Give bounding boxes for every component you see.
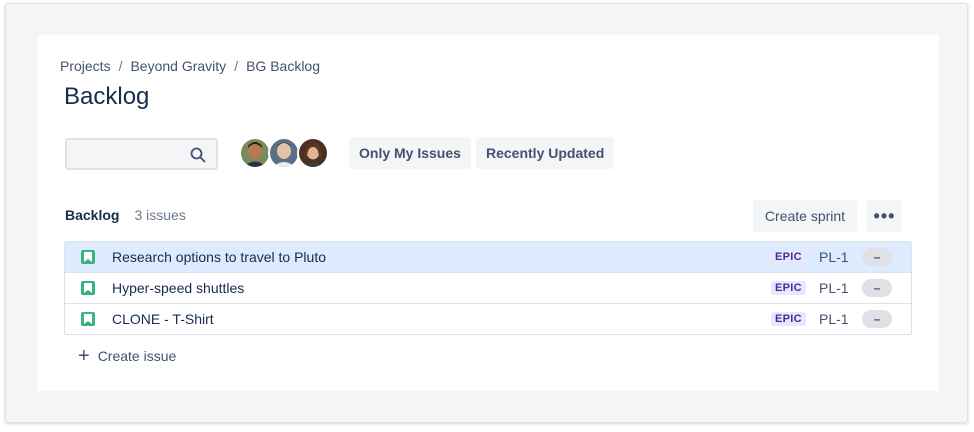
avatar[interactable] [297, 137, 329, 169]
estimate-badge: – [862, 248, 892, 266]
story-icon [81, 250, 95, 264]
epic-badge: EPIC [771, 250, 806, 264]
backlog-header: Backlog 3 issues [65, 207, 186, 223]
avatar[interactable] [268, 137, 300, 169]
estimate-badge: – [862, 310, 892, 328]
backlog-panel: Projects / Beyond Gravity / BG Backlog B… [38, 35, 939, 391]
assignee-avatars [239, 137, 329, 169]
breadcrumb: Projects / Beyond Gravity / BG Backlog [60, 58, 320, 74]
issue-list: Research options to travel to Pluto EPIC… [64, 241, 912, 335]
avatar[interactable] [239, 137, 271, 169]
search-icon [190, 147, 206, 163]
issue-count: 3 issues [134, 207, 186, 223]
more-actions-button[interactable]: ••• [867, 200, 902, 232]
story-icon [81, 312, 95, 326]
estimate-badge: – [862, 279, 892, 297]
issue-summary[interactable]: CLONE - T-Shirt [112, 311, 214, 327]
plus-icon: + [78, 345, 90, 367]
issue-row[interactable]: Research options to travel to Pluto EPIC… [65, 242, 911, 273]
more-icon: ••• [873, 205, 896, 226]
create-issue-button[interactable]: + Create issue [78, 346, 176, 366]
only-my-issues-button[interactable]: Only My Issues [349, 137, 471, 169]
create-sprint-button[interactable]: Create sprint [753, 200, 857, 232]
create-issue-label: Create issue [97, 348, 177, 364]
story-icon [81, 281, 95, 295]
breadcrumb-project[interactable]: Beyond Gravity [130, 58, 226, 74]
page-title: Backlog [64, 83, 150, 110]
breadcrumb-projects[interactable]: Projects [60, 58, 111, 74]
window-frame: Projects / Beyond Gravity / BG Backlog B… [5, 3, 968, 423]
breadcrumb-board[interactable]: BG Backlog [246, 58, 320, 74]
breadcrumb-separator: / [234, 58, 239, 74]
backlog-name: Backlog [65, 207, 120, 223]
epic-badge: EPIC [771, 281, 806, 295]
breadcrumb-separator: / [118, 58, 123, 74]
recently-updated-button[interactable]: Recently Updated [476, 137, 615, 169]
issue-key[interactable]: PL-1 [819, 280, 849, 296]
issue-key[interactable]: PL-1 [819, 249, 849, 265]
search-input[interactable] [65, 138, 218, 170]
issue-summary[interactable]: Hyper-speed shuttles [112, 280, 244, 296]
epic-badge: EPIC [771, 312, 806, 326]
issue-row[interactable]: CLONE - T-Shirt EPIC PL-1 – [65, 304, 911, 334]
issue-row[interactable]: Hyper-speed shuttles EPIC PL-1 – [65, 273, 911, 304]
issue-key[interactable]: PL-1 [819, 311, 849, 327]
issue-summary[interactable]: Research options to travel to Pluto [112, 249, 326, 265]
